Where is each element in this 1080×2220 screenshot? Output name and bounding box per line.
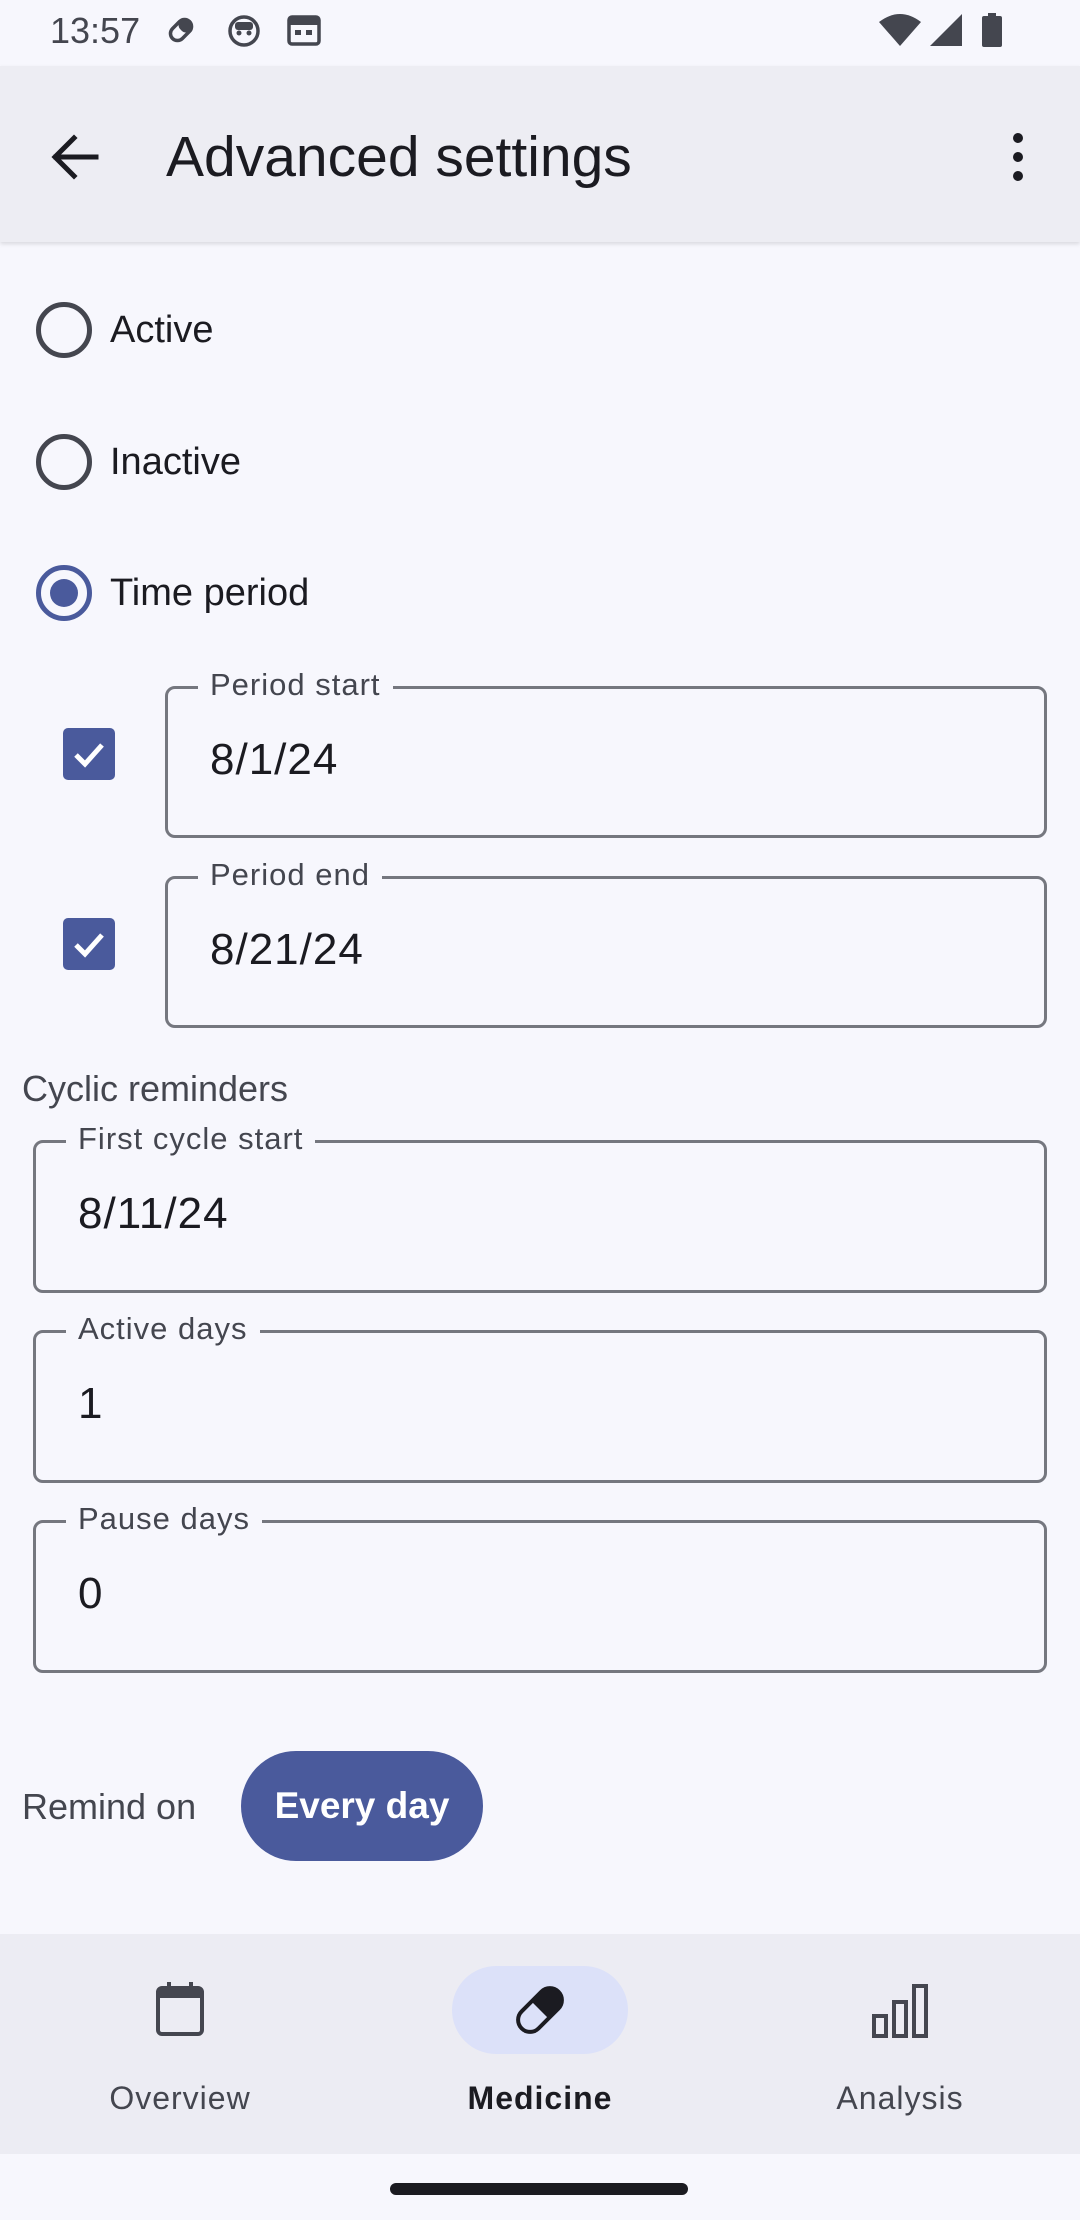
- pill-icon: [516, 1986, 564, 2034]
- check-icon: [74, 933, 104, 958]
- radio-button[interactable]: [36, 434, 92, 490]
- field-value: 8/21/24: [210, 925, 364, 974]
- period-start-checkbox[interactable]: [63, 728, 115, 780]
- radio-button-selected[interactable]: [36, 565, 92, 621]
- field-value: 8/11/24: [78, 1189, 229, 1238]
- check-icon: [74, 743, 104, 768]
- field-label: Period end: [198, 857, 382, 893]
- face-icon: [226, 12, 260, 48]
- radio-active[interactable]: Active: [30, 285, 430, 375]
- first-cycle-start-field[interactable]: First cycle start 8/11/24: [33, 1121, 1047, 1293]
- period-end-checkbox[interactable]: [63, 918, 115, 970]
- field-label: Period start: [198, 667, 393, 703]
- top-app-bar: Advanced settings: [0, 66, 1080, 242]
- active-days-field[interactable]: Active days 1: [33, 1311, 1047, 1483]
- status-bar: 13:57: [0, 0, 1080, 66]
- pause-days-field[interactable]: Pause days 0: [33, 1501, 1047, 1673]
- more-options-button[interactable]: [990, 118, 1046, 196]
- bottom-navigation: Overview Medicine Analysis: [0, 1934, 1080, 2154]
- calendar-icon: [156, 1982, 204, 2036]
- every-day-chip[interactable]: Every day: [241, 1751, 483, 1861]
- radio-button[interactable]: [36, 302, 92, 358]
- more-vert-icon: [1013, 133, 1023, 181]
- nav-label-overview: Overview: [109, 2080, 251, 2116]
- bar-chart-icon: [872, 1984, 928, 2038]
- signal-icon: [928, 12, 964, 48]
- arrow-back-icon: [51, 134, 99, 180]
- wifi-icon: [878, 12, 922, 48]
- radio-label-inactive: Inactive: [110, 441, 241, 483]
- radio-time-period[interactable]: Time period: [30, 548, 430, 638]
- gesture-handle[interactable]: [390, 2183, 688, 2195]
- period-start-field[interactable]: Period start 8/1/24: [165, 667, 1047, 838]
- radio-label-time-period: Time period: [110, 572, 310, 614]
- remind-on-label: Remind on: [22, 1786, 197, 1827]
- field-value: 1: [78, 1379, 104, 1428]
- nav-active-indicator: [452, 1966, 628, 2054]
- field-label: First cycle start: [66, 1121, 316, 1157]
- nav-label-analysis: Analysis: [836, 2080, 964, 2116]
- nav-item-analysis[interactable]: Analysis: [720, 1934, 1080, 2154]
- radio-label-active: Active: [110, 309, 214, 351]
- radio-inactive[interactable]: Inactive: [30, 417, 430, 507]
- battery-icon: [980, 12, 1004, 48]
- field-label: Active days: [66, 1311, 260, 1347]
- field-label: Pause days: [66, 1501, 262, 1537]
- field-value: 0: [78, 1569, 104, 1618]
- nav-item-overview[interactable]: Overview: [0, 1934, 360, 2154]
- period-end-field[interactable]: Period end 8/21/24: [165, 857, 1047, 1028]
- field-value: 8/1/24: [210, 735, 339, 784]
- nav-label-medicine: Medicine: [467, 2080, 613, 2116]
- status-time: 13:57: [50, 10, 141, 51]
- cyclic-reminders-heading: Cyclic reminders: [22, 1068, 289, 1109]
- calendar-icon: [286, 12, 321, 48]
- back-button[interactable]: [36, 118, 114, 196]
- page-title: Advanced settings: [166, 125, 632, 189]
- nav-item-medicine[interactable]: Medicine: [360, 1934, 720, 2154]
- pill-icon: [164, 12, 198, 48]
